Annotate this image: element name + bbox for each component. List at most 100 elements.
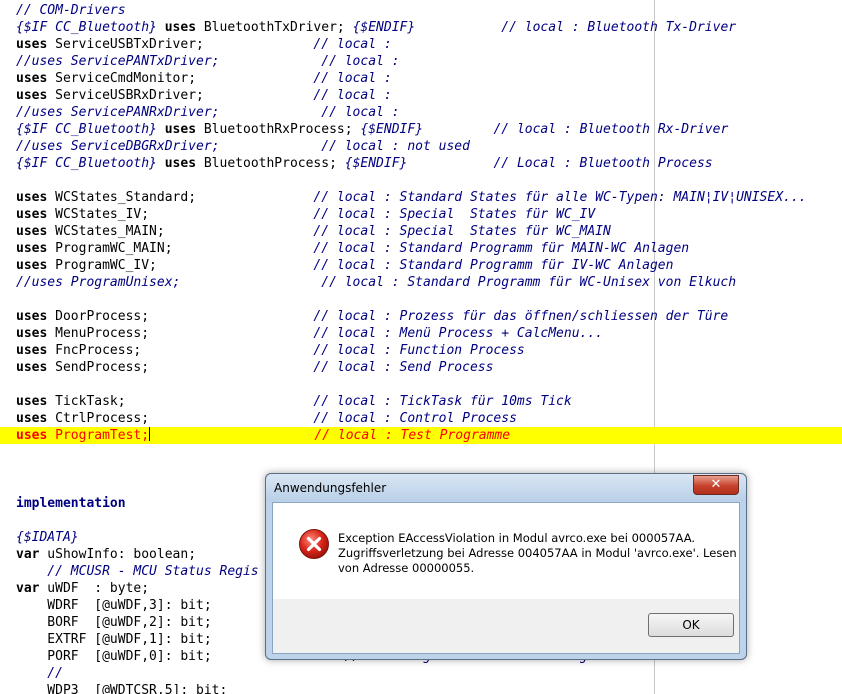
- code-token: BluetoothRxProcess;: [196, 122, 361, 137]
- code-token: uses: [16, 360, 48, 375]
- code-token: uses: [16, 241, 48, 256]
- dialog-message-line: von Adresse 00000055.: [338, 561, 475, 575]
- code-token: // local :: [203, 37, 392, 52]
- code-token: uses: [16, 428, 48, 443]
- code-token: //: [16, 666, 63, 681]
- code-token: WCStates_MAIN;: [47, 224, 165, 239]
- error-dialog: Anwendungsfehler ✕ Exception EAccessViol…: [265, 473, 747, 660]
- code-line[interactable]: uses FncProcess; // local : Function Pro…: [0, 342, 842, 359]
- code-token: // local :: [196, 71, 392, 86]
- code-line[interactable]: uses ServiceUSBTxDriver; // local :: [0, 36, 842, 53]
- code-line[interactable]: uses TickTask; // local : TickTask für 1…: [0, 393, 842, 410]
- code-line[interactable]: uses ServiceUSBRxDriver; // local :: [0, 87, 842, 104]
- code-token: ProgramWC_MAIN;: [47, 241, 173, 256]
- code-token: // local : Standard Programm für IV-WC A…: [156, 258, 674, 273]
- code-token: WCStates_IV;: [47, 207, 150, 222]
- code-token: ServiceUSBRxDriver;: [47, 88, 204, 103]
- code-token: // COM-Drivers: [16, 3, 126, 18]
- code-token: uses: [16, 37, 48, 52]
- code-line[interactable]: uses MenuProcess; // local : Menü Proces…: [0, 325, 842, 342]
- code-token: ServiceCmdMonitor;: [47, 71, 197, 86]
- code-token: {$IF CC_Bluetooth}: [16, 156, 157, 171]
- code-token: FncProcess;: [47, 343, 142, 358]
- code-token: //uses ProgramUnisex; // local : Standar…: [16, 275, 737, 290]
- code-line[interactable]: uses ProgramWC_IV; // local : Standard P…: [0, 257, 842, 274]
- dialog-close-button[interactable]: ✕: [693, 475, 739, 495]
- code-token: // local : TickTask für 10ms Tick: [125, 394, 572, 409]
- code-token: TickTask;: [47, 394, 126, 409]
- code-token: // local : Special States für WC_MAIN: [164, 224, 611, 239]
- dialog-titlebar[interactable]: Anwendungsfehler ✕: [266, 474, 746, 501]
- dialog-message-line: Zugriffsverletzung bei Adresse 004057AA …: [338, 546, 737, 560]
- code-token: uses: [16, 88, 48, 103]
- code-token: {$ENDIF}: [344, 156, 408, 171]
- code-line[interactable]: [0, 444, 842, 461]
- code-line[interactable]: uses WCStates_MAIN; // local : Special S…: [0, 223, 842, 240]
- code-token: uses: [16, 258, 48, 273]
- dialog-title: Anwendungsfehler: [274, 481, 387, 495]
- code-token: EXTRF [@uWDF,1]: bit;: [16, 632, 212, 647]
- code-line[interactable]: //uses ServicePANRxDriver; // local :: [0, 104, 842, 121]
- code-line[interactable]: // COM-Drivers: [0, 2, 842, 19]
- code-line[interactable]: uses ProgramWC_MAIN; // local : Standard…: [0, 240, 842, 257]
- code-line[interactable]: uses SendProcess; // local : Send Proces…: [0, 359, 842, 376]
- code-token: var: [16, 581, 40, 596]
- code-token: uWDF : byte;: [39, 581, 150, 596]
- code-token: // local : Function Process: [141, 343, 525, 358]
- code-token: BORF [@uWDF,2]: bit;: [16, 615, 212, 630]
- ok-button[interactable]: OK: [648, 613, 734, 637]
- code-token: uses: [16, 190, 48, 205]
- code-token: // local : Bluetooth Rx-Driver: [423, 122, 729, 137]
- code-line[interactable]: [0, 291, 842, 308]
- code-line[interactable]: [0, 172, 842, 189]
- code-line[interactable]: uses ServiceCmdMonitor; // local :: [0, 70, 842, 87]
- code-token: // MCUSR - MCU Status Regis: [16, 564, 259, 579]
- code-line-highlighted[interactable]: uses ProgramTest; // local : Test Progra…: [0, 427, 842, 444]
- code-token: // local : Special States für WC_IV: [149, 207, 596, 222]
- code-token: uses: [16, 343, 48, 358]
- dialog-message-line: Exception EAccessViolation in Modul avrc…: [338, 531, 696, 545]
- error-icon: [299, 529, 329, 559]
- code-line[interactable]: uses CtrlProcess; // local : Control Pro…: [0, 410, 842, 427]
- code-line[interactable]: {$IF CC_Bluetooth} uses BluetoothRxProce…: [0, 121, 842, 138]
- code-line[interactable]: WDP3 [@WDTCSR,5]: bit;: [0, 682, 842, 694]
- code-line[interactable]: //uses ServicePANTxDriver; // local :: [0, 53, 842, 70]
- code-line[interactable]: uses WCStates_IV; // local : Special Sta…: [0, 206, 842, 223]
- dialog-body: Exception EAccessViolation in Modul avrc…: [272, 502, 740, 654]
- code-line[interactable]: //uses ServiceDBGRxDriver; // local : no…: [0, 138, 842, 155]
- code-token: uses: [16, 411, 48, 426]
- code-token: {$ENDIF}: [352, 20, 416, 35]
- code-token: {$IDATA}: [16, 530, 79, 545]
- code-line[interactable]: uses WCStates_Standard; // local : Stand…: [0, 189, 842, 206]
- code-token: {$IF CC_Bluetooth}: [16, 122, 157, 137]
- code-token: uses: [16, 326, 48, 341]
- code-token: WDRF [@uWDF,3]: bit;: [16, 598, 212, 613]
- code-token: uShowInfo: boolean;: [39, 547, 197, 562]
- code-token: ProgramTest;: [47, 428, 150, 443]
- code-token: ServiceUSBTxDriver;: [47, 37, 204, 52]
- code-token: MenuProcess;: [47, 326, 150, 341]
- code-line[interactable]: uses DoorProcess; // local : Prozess für…: [0, 308, 842, 325]
- code-token: // Local : Bluetooth Process: [407, 156, 713, 171]
- code-token: //uses ServicePANRxDriver; // local :: [16, 105, 400, 120]
- code-token: {$IF CC_Bluetooth}: [16, 20, 157, 35]
- code-token: // local : Bluetooth Tx-Driver: [415, 20, 737, 35]
- code-token: DoorProcess;: [47, 309, 150, 324]
- code-token: uses: [16, 309, 48, 324]
- code-token: SendProcess;: [47, 360, 150, 375]
- code-line[interactable]: //: [0, 665, 842, 682]
- close-icon: ✕: [710, 477, 722, 492]
- code-line[interactable]: [0, 376, 842, 393]
- code-token: // local :: [203, 88, 392, 103]
- code-token: var: [16, 547, 40, 562]
- code-token: // local : Test Programme: [150, 428, 511, 443]
- code-line[interactable]: {$IF CC_Bluetooth} uses BluetoothTxDrive…: [0, 19, 842, 36]
- code-token: uses: [164, 122, 197, 137]
- code-line[interactable]: {$IF CC_Bluetooth} uses BluetoothProcess…: [0, 155, 842, 172]
- code-token: uses: [16, 394, 48, 409]
- code-token: uses: [16, 207, 48, 222]
- code-line[interactable]: //uses ProgramUnisex; // local : Standar…: [0, 274, 842, 291]
- code-token: CtrlProcess;: [47, 411, 150, 426]
